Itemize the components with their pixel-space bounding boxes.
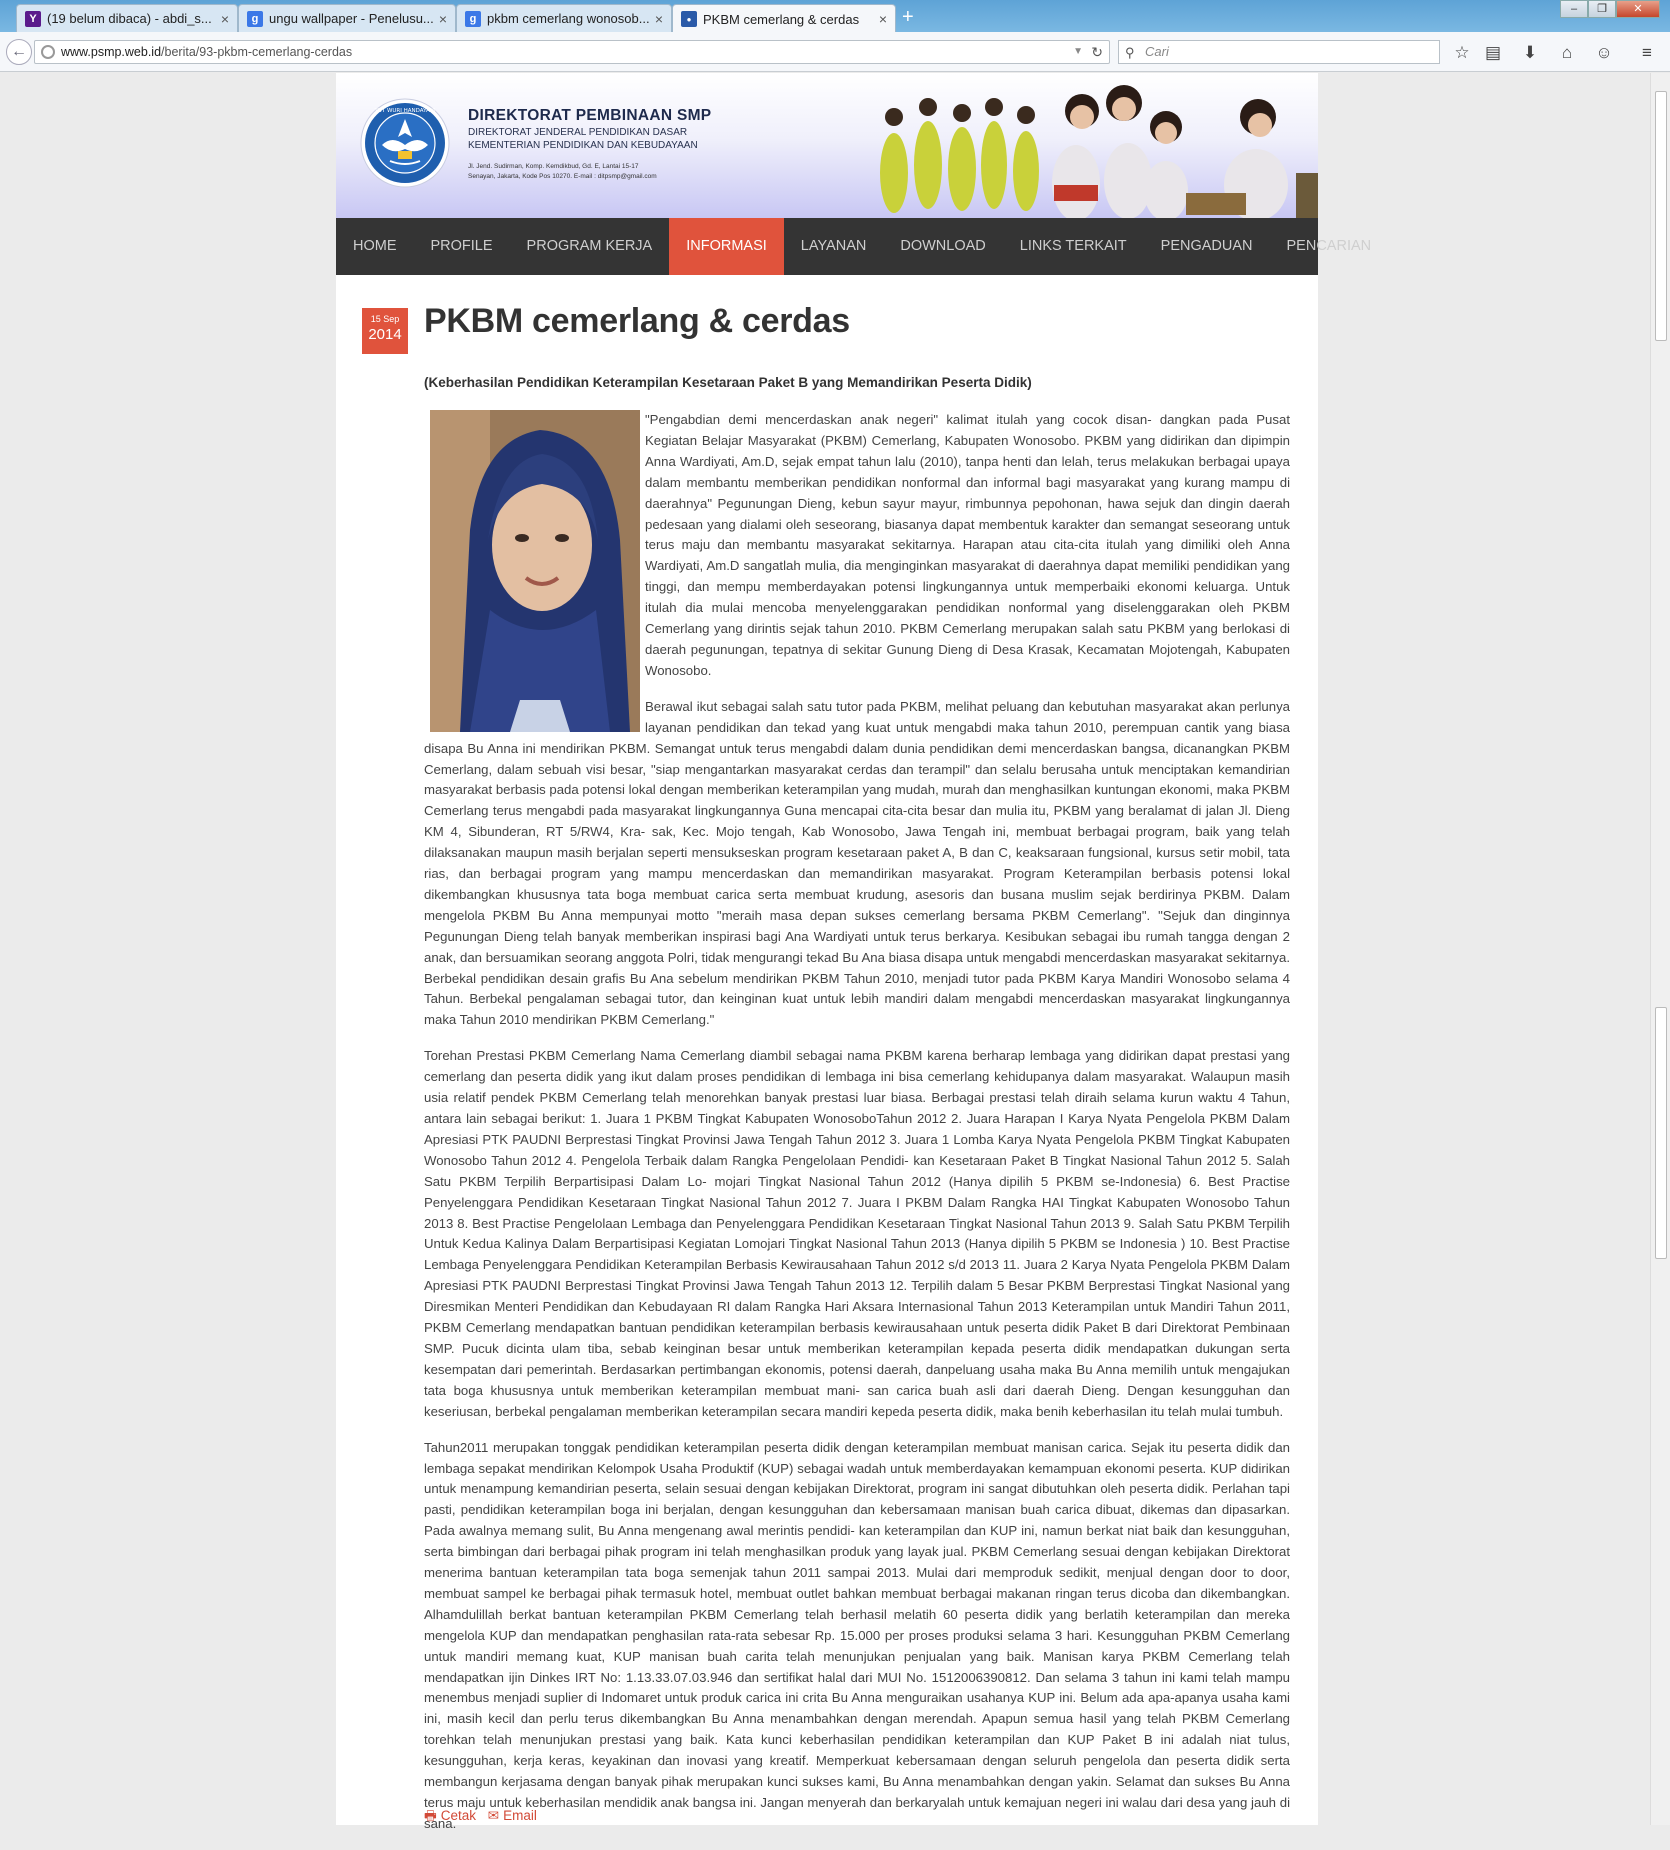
close-tab-icon[interactable]: ×	[879, 11, 887, 27]
article-actions: 🖶 Cetak ✉ Email	[424, 1806, 545, 1829]
browser-tab[interactable]: Y (19 belum dibaca) - abdi_s... ×	[16, 4, 238, 32]
site-container: TUT WURI HANDAYANI DIREKTORAT PEMBINAAN …	[336, 73, 1371, 1831]
search-input[interactable]: ⚲ Cari	[1118, 40, 1440, 64]
site-icon: ●	[681, 11, 697, 27]
students-photo	[880, 85, 1318, 218]
nav-item-pengaduan[interactable]: PENGADUAN	[1144, 218, 1270, 275]
maximize-button[interactable]: ❐	[1588, 0, 1616, 18]
nav-item-layanan[interactable]: LAYANAN	[784, 218, 884, 275]
article-body: "Pengabdian demi mencerdaskan anak neger…	[424, 410, 1290, 1850]
email-link[interactable]: ✉ Email	[488, 1808, 541, 1823]
browser-tab-active[interactable]: ● PKBM cemerlang & cerdas ×	[672, 4, 896, 33]
close-tab-icon[interactable]: ×	[221, 11, 229, 27]
nav-item-profile[interactable]: PROFILE	[414, 218, 510, 275]
navigation-toolbar: ← www.psmp.web.id/berita/93-pkbm-cemerla…	[0, 32, 1670, 72]
menu-icon[interactable]: ≡	[1636, 42, 1658, 64]
org-subtitle-1: DIREKTORAT JENDERAL PENDIDIKAN DASAR	[468, 127, 688, 138]
tab-title: (19 belum dibaca) - abdi_s...	[47, 11, 212, 26]
article-paragraph: Tahun2011 merupakan tonggak pendidikan k…	[424, 1439, 1290, 1831]
article-paragraph: Berawal ikut sebagai salah satu tutor pa…	[424, 698, 1290, 1028]
reading-list-icon[interactable]: ▤	[1482, 42, 1504, 64]
logo-motto: TUT WURI HANDAYANI	[373, 108, 435, 114]
close-window-button[interactable]: ✕	[1616, 0, 1660, 18]
page-viewport: TUT WURI HANDAYANI DIREKTORAT PEMBINAAN …	[0, 73, 1650, 1831]
printer-icon: 🖶	[424, 1808, 437, 1823]
print-link[interactable]: 🖶 Cetak	[424, 1808, 480, 1823]
google-icon: g	[247, 10, 263, 27]
url-host: www.psmp.web.id	[61, 45, 162, 59]
url-path: /berita/93-pkbm-cemerlang-cerdas	[161, 45, 353, 59]
nav-item-download[interactable]: DOWNLOAD	[883, 218, 1002, 275]
back-arrow-icon[interactable]: ←	[6, 39, 32, 65]
scrollbar-thumb-secondary[interactable]	[1655, 1007, 1667, 1259]
search-icon: ⚲	[1125, 45, 1135, 60]
nav-item-pencarian[interactable]: PENCARIAN	[1270, 218, 1389, 275]
date-badge: 15 Sep 2014	[362, 308, 408, 354]
date-day-month: 15 Sep	[370, 314, 400, 324]
search-placeholder: Cari	[1145, 44, 1169, 59]
org-address-2: Senayan, Jakarta, Kode Pos 10270. E-mail…	[468, 173, 657, 180]
browser-tab[interactable]: g ungu wallpaper - Penelusu... ×	[238, 4, 456, 32]
address-bar[interactable]: www.psmp.web.id/berita/93-pkbm-cemerlang…	[34, 40, 1110, 64]
email-label: Email	[503, 1808, 537, 1823]
close-tab-icon[interactable]: ×	[655, 11, 663, 27]
tut-wuri-handayani-logo: TUT WURI HANDAYANI	[360, 98, 450, 188]
tab-title: PKBM cemerlang & cerdas	[703, 11, 860, 27]
site-header: TUT WURI HANDAYANI DIREKTORAT PEMBINAAN …	[336, 73, 1318, 218]
bookmark-star-icon[interactable]: ☆	[1451, 42, 1473, 64]
portrait-photo	[430, 410, 640, 732]
dropdown-arrow-icon[interactable]: ▼	[1073, 41, 1083, 63]
tab-title: ungu wallpaper - Penelusu...	[269, 11, 433, 26]
main-navigation: HOME PROFILE PROGRAM KERJA INFORMASI LAY…	[336, 218, 1371, 275]
minimize-button[interactable]: –	[1560, 0, 1588, 18]
article-paragraph: Torehan Prestasi PKBM Cemerlang Nama Cem…	[424, 1048, 1290, 1419]
print-label: Cetak	[440, 1808, 477, 1823]
google-icon: g	[465, 10, 481, 27]
home-icon[interactable]: ⌂	[1556, 42, 1578, 64]
org-address-1: Jl. Jend. Sudirman, Komp. Kemdikbud, Gd.…	[468, 163, 639, 170]
nav-item-home[interactable]: HOME	[336, 218, 414, 275]
tab-strip: Y (19 belum dibaca) - abdi_s... × g ungu…	[0, 0, 1670, 33]
scrollbar[interactable]	[1650, 73, 1670, 1825]
envelope-icon: ✉	[487, 1808, 500, 1823]
article-subtitle: (Keberhasilan Pendidikan Keterampilan Ke…	[424, 375, 1032, 390]
nav-item-links-terkait[interactable]: LINKS TERKAIT	[1003, 218, 1144, 275]
new-tab-button[interactable]: +	[902, 6, 914, 29]
chat-icon[interactable]: ☺	[1593, 42, 1615, 64]
yahoo-icon: Y	[25, 10, 41, 27]
article-title: PKBM cemerlang & cerdas	[424, 302, 850, 340]
close-tab-icon[interactable]: ×	[439, 11, 447, 27]
download-icon[interactable]: ⬇	[1519, 42, 1541, 64]
browser-tab[interactable]: g pkbm cemerlang wonosob... ×	[456, 4, 672, 32]
scrollbar-thumb[interactable]	[1655, 91, 1667, 341]
nav-item-program-kerja[interactable]: PROGRAM KERJA	[510, 218, 670, 275]
globe-icon	[41, 45, 55, 59]
org-subtitle-2: KEMENTERIAN PENDIDIKAN DAN KEBUDAYAAN	[468, 140, 698, 151]
date-year: 2014	[368, 326, 402, 343]
tab-title: pkbm cemerlang wonosob...	[487, 11, 649, 26]
nav-item-informasi[interactable]: INFORMASI	[669, 218, 784, 275]
reload-icon[interactable]: ↻	[1091, 41, 1103, 63]
org-name: DIREKTORAT PEMBINAAN SMP	[468, 107, 712, 124]
